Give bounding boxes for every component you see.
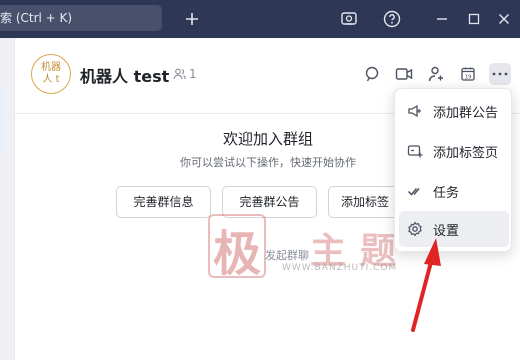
watermark-url: WWW.BANZHUTI.COM bbox=[282, 263, 398, 273]
watermark-logo-char: 极 bbox=[213, 226, 262, 282]
more-options-menu: 添加群公告 添加标签页 任务 设置 bbox=[394, 88, 512, 252]
close-button[interactable] bbox=[492, 7, 516, 31]
add-user-icon bbox=[428, 66, 443, 82]
menu-item-label: 任务 bbox=[433, 185, 460, 201]
selected-conversation-highlight bbox=[0, 88, 4, 152]
plus-icon bbox=[186, 13, 198, 25]
video-camera-icon bbox=[395, 68, 413, 80]
member-count-value: 1 bbox=[189, 67, 197, 81]
more-options-button[interactable] bbox=[489, 63, 511, 85]
complete-group-info-button[interactable]: 完善群信息 bbox=[116, 186, 211, 218]
help-button[interactable] bbox=[380, 7, 404, 31]
maximize-icon bbox=[468, 13, 480, 25]
chat-search-button[interactable] bbox=[361, 63, 383, 85]
title-bar: 索 (Ctrl + K) bbox=[0, 0, 520, 38]
announcement-add-icon bbox=[407, 103, 423, 119]
chat-title[interactable]: 机器人 test bbox=[80, 63, 169, 87]
ellipsis-icon bbox=[492, 72, 508, 76]
minimize-icon bbox=[437, 18, 447, 20]
calendar-button[interactable]: 19 bbox=[457, 63, 479, 85]
bell-settings-icon bbox=[341, 12, 357, 25]
video-call-button[interactable] bbox=[393, 63, 415, 85]
minimize-button[interactable] bbox=[430, 7, 454, 31]
avatar[interactable]: 机器 人 t bbox=[31, 54, 71, 94]
member-count[interactable]: 1 bbox=[173, 67, 197, 81]
menu-item-add-announcement[interactable]: 添加群公告 bbox=[399, 93, 509, 129]
svg-text:19: 19 bbox=[465, 74, 472, 80]
start-group-chat-link[interactable]: 发起群聊 bbox=[265, 247, 309, 263]
menu-item-label: 添加标签页 bbox=[433, 145, 499, 161]
close-icon bbox=[499, 14, 509, 24]
gear-icon bbox=[407, 221, 423, 237]
new-plus-button[interactable] bbox=[180, 7, 204, 31]
notification-settings-button[interactable] bbox=[337, 7, 361, 31]
avatar-text-line1: 机器 bbox=[41, 62, 61, 73]
task-check-icon bbox=[407, 183, 423, 199]
add-member-button[interactable] bbox=[425, 63, 447, 85]
menu-item-label: 设置 bbox=[433, 223, 460, 239]
search-chat-icon bbox=[365, 66, 379, 82]
avatar-text-line2: 人 t bbox=[42, 74, 60, 85]
menu-item-add-tab[interactable]: 添加标签页 bbox=[399, 133, 509, 169]
global-search-box[interactable]: 索 (Ctrl + K) bbox=[0, 5, 162, 31]
members-icon bbox=[173, 68, 186, 80]
menu-item-label: 添加群公告 bbox=[433, 105, 499, 121]
maximize-button[interactable] bbox=[462, 7, 486, 31]
menu-item-tasks[interactable]: 任务 bbox=[399, 173, 509, 209]
tab-add-icon bbox=[407, 143, 423, 159]
conversation-list-edge bbox=[0, 38, 14, 360]
menu-item-settings[interactable]: 设置 bbox=[399, 211, 509, 247]
help-icon bbox=[383, 10, 401, 28]
calendar-icon: 19 bbox=[461, 67, 475, 81]
